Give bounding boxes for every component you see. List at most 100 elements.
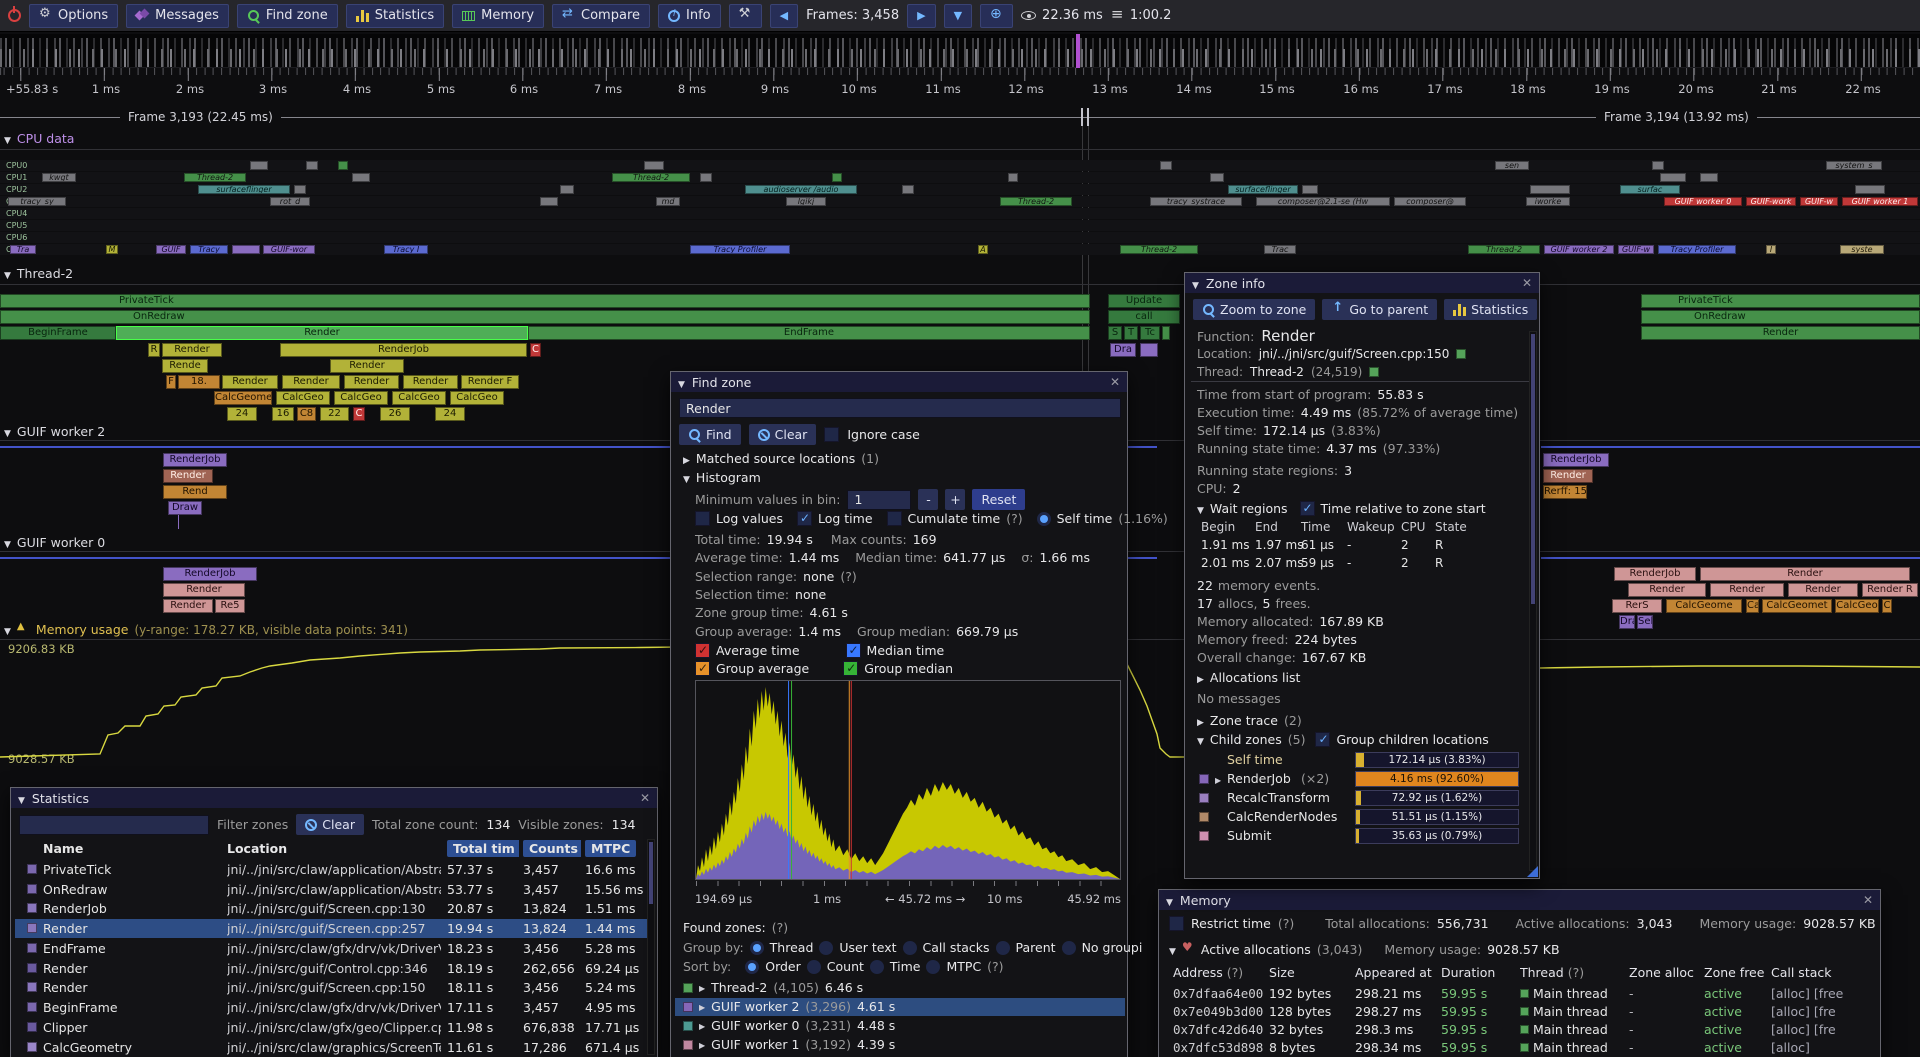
zone[interactable]: RerS bbox=[1612, 599, 1662, 613]
cpu-zone[interactable]: GUIF-wor bbox=[263, 245, 315, 254]
cpu-zone[interactable] bbox=[1530, 185, 1570, 194]
help-icon[interactable]: (?) bbox=[772, 920, 788, 935]
zone-onredraw[interactable]: OnRedraw bbox=[1641, 310, 1920, 324]
expand-icon[interactable] bbox=[699, 978, 705, 998]
zone-onredraw[interactable]: OnRedraw bbox=[0, 310, 1090, 324]
cpu-zone[interactable]: surfac bbox=[1620, 185, 1680, 194]
zone[interactable]: 26 bbox=[380, 407, 410, 421]
cpu-zone[interactable]: iworke bbox=[1526, 197, 1570, 206]
min-bin-input[interactable] bbox=[847, 490, 911, 510]
table-row[interactable]: 0x7dfaa64e00192 bytes298.21 ms59.95 s Ma… bbox=[1159, 985, 1879, 1003]
zone-render[interactable]: Render bbox=[163, 599, 213, 613]
cpu-zone[interactable]: I bbox=[1766, 245, 1776, 254]
cpu-zone[interactable] bbox=[232, 245, 260, 254]
frame-label-left[interactable]: Frame 3,193 (22.45 ms) bbox=[120, 109, 281, 126]
cpu-zone[interactable]: md bbox=[656, 197, 680, 206]
zone-privatetick[interactable]: PrivateTick bbox=[0, 294, 1090, 308]
close-icon[interactable] bbox=[1110, 375, 1120, 389]
table-row[interactable]: 0x7dfc53d8988 bytes298.34 ms59.95 s Main… bbox=[1159, 1039, 1879, 1057]
prev-frame-button[interactable]: ◀ bbox=[770, 4, 798, 28]
zone[interactable]: Rend bbox=[163, 485, 227, 499]
cpu-zone[interactable]: GUIF bbox=[156, 245, 186, 254]
cpu-zone[interactable]: Thread-2 bbox=[1468, 245, 1540, 254]
table-row[interactable]: RenderJobjni/../jni/src/guif/Screen.cpp:… bbox=[15, 899, 651, 918]
cpu-data-section-header[interactable]: CPU data bbox=[4, 131, 74, 146]
zone-render[interactable]: Render bbox=[162, 343, 222, 357]
expand-icon[interactable] bbox=[1215, 771, 1221, 786]
scrollbar-thumb[interactable] bbox=[649, 842, 653, 904]
go-to-parent-button[interactable]: Go to parent bbox=[1322, 299, 1437, 320]
zone-call[interactable]: call bbox=[1108, 310, 1180, 324]
sort-mtpc-radio[interactable] bbox=[926, 960, 940, 974]
zone-calcgeometry[interactable]: CalcGeome bbox=[214, 391, 272, 405]
close-icon[interactable] bbox=[640, 791, 650, 805]
zone-small[interactable]: Tc bbox=[1140, 326, 1160, 340]
matched-locations-toggle[interactable]: Matched source locations(1) bbox=[683, 451, 879, 466]
zone-render[interactable]: Render bbox=[1788, 583, 1858, 597]
statistics-button[interactable]: Statistics bbox=[1444, 299, 1537, 320]
collapse-icon[interactable] bbox=[1166, 893, 1173, 908]
zone-trace-toggle[interactable]: Zone trace(2) bbox=[1197, 713, 1302, 728]
find-zone-button[interactable]: Find zone bbox=[237, 4, 338, 28]
cpu-zone[interactable] bbox=[832, 173, 842, 182]
statistics-window-titlebar[interactable]: Statistics bbox=[11, 788, 657, 808]
tools-button[interactable] bbox=[729, 4, 762, 28]
group-callstacks-radio[interactable] bbox=[903, 941, 917, 955]
zone-render[interactable]: Rende bbox=[162, 359, 208, 373]
column-header-mtpc[interactable]: MTPC bbox=[585, 840, 636, 857]
zone[interactable]: F bbox=[166, 375, 176, 389]
group-median-legend-checkbox[interactable] bbox=[843, 661, 858, 676]
zone[interactable]: Ca bbox=[1746, 599, 1759, 613]
column-header-location[interactable]: Location bbox=[227, 839, 441, 858]
cpu-zone[interactable]: surfaceflinger bbox=[198, 185, 290, 194]
cpu-zone[interactable] bbox=[1008, 173, 1018, 182]
expand-icon[interactable] bbox=[699, 997, 705, 1017]
find-zone-window-titlebar[interactable]: Find zone bbox=[671, 372, 1127, 392]
find-zone-search-input[interactable] bbox=[679, 398, 1121, 418]
column-header-thread[interactable]: Thread bbox=[1520, 965, 1564, 980]
cpu-zone[interactable]: system_s bbox=[1826, 161, 1882, 170]
zone-renderjob[interactable]: RenderJob bbox=[163, 453, 227, 467]
allocations-list-toggle[interactable]: Allocations list bbox=[1197, 670, 1300, 685]
memory-button[interactable]: Memory bbox=[452, 4, 544, 28]
collapse-icon[interactable] bbox=[683, 470, 690, 485]
cpu-zone[interactable] bbox=[700, 173, 712, 182]
increment-button[interactable]: + bbox=[945, 489, 965, 510]
zone[interactable]: C8 bbox=[297, 407, 316, 421]
frame-overview-strip[interactable] bbox=[0, 34, 1920, 68]
active-allocations-toggle[interactable]: Active allocations(3,043) Memory usage:9… bbox=[1169, 942, 1560, 957]
group-average-legend-checkbox[interactable] bbox=[695, 661, 710, 676]
zone[interactable]: Re5 bbox=[215, 599, 245, 613]
zone[interactable]: 18. bbox=[178, 375, 220, 389]
child-zones-toggle[interactable]: Child zones(5)Group children locations bbox=[1197, 732, 1489, 747]
cpu-zone[interactable]: tracy_systrace bbox=[1150, 197, 1242, 206]
cpu-zone[interactable]: Tracy Profiler bbox=[1658, 245, 1736, 254]
zone-renderjob[interactable]: RenderJob bbox=[280, 343, 527, 357]
zone-render[interactable]: Render bbox=[282, 375, 340, 389]
zone-privatetick[interactable]: PrivateTick bbox=[1641, 294, 1920, 308]
group-nogrouping-radio[interactable] bbox=[1062, 941, 1076, 955]
cpu-zone[interactable]: syste bbox=[1840, 245, 1884, 254]
zone-info-window-titlebar[interactable]: Zone info bbox=[1185, 273, 1539, 293]
sort-order-radio[interactable] bbox=[745, 960, 759, 974]
collapse-icon[interactable] bbox=[18, 791, 25, 806]
zone-renderjob[interactable]: RenderJob bbox=[163, 567, 257, 581]
collapse-icon[interactable] bbox=[4, 131, 11, 146]
zone-renderjob[interactable]: RenderJob bbox=[1543, 453, 1609, 467]
expand-icon[interactable] bbox=[1197, 670, 1204, 685]
zone-renderjob[interactable]: RenderJob bbox=[1614, 567, 1696, 581]
column-header-appeared[interactable]: Appeared at bbox=[1355, 964, 1437, 982]
zone-calcgeometry[interactable]: CalcGeo bbox=[334, 391, 388, 405]
cpu-zone[interactable] bbox=[1660, 173, 1686, 182]
cpu-zone[interactable]: surfaceflinger bbox=[1228, 185, 1298, 194]
zone-render[interactable]: Render bbox=[403, 375, 458, 389]
help-icon[interactable]: (?) bbox=[987, 959, 1003, 974]
cpu-zone[interactable] bbox=[540, 197, 558, 206]
cumulate-time-checkbox[interactable] bbox=[887, 511, 902, 526]
table-row[interactable]: Renderjni/../jni/src/guif/Screen.cpp:150… bbox=[15, 978, 651, 997]
child-zone-row[interactable]: RecalcTransform 72.92 µs (1.62%) bbox=[1185, 790, 1539, 807]
cpu-zone[interactable]: GUIF-w bbox=[1800, 197, 1838, 206]
zone-render[interactable]: Render bbox=[344, 375, 399, 389]
column-header-size[interactable]: Size bbox=[1269, 964, 1351, 982]
zoom-to-zone-button[interactable]: Zoom to zone bbox=[1193, 299, 1315, 320]
